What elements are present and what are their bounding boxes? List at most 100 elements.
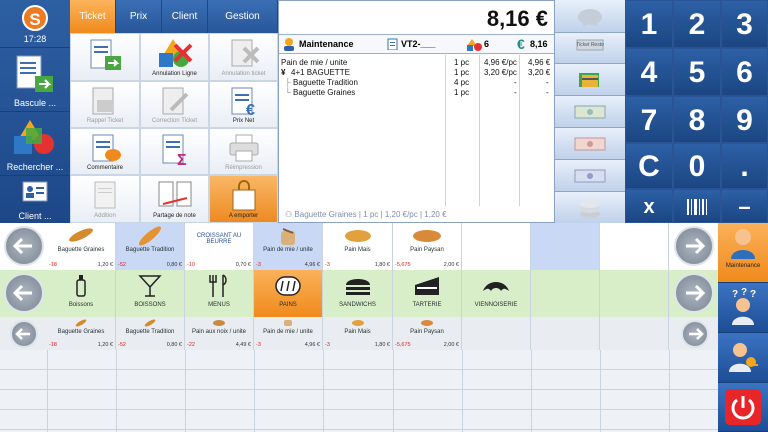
key-clear[interactable]: C: [625, 143, 673, 189]
correct-ticket-button[interactable]: Correction Ticket: [140, 81, 209, 128]
banknote-20-button[interactable]: [555, 160, 625, 192]
product-tile-selected[interactable]: Baguette Tradition -52 0,80 €: [116, 223, 185, 270]
ticket-amount: 8,16: [530, 39, 548, 49]
key-5[interactable]: 5: [673, 48, 721, 96]
key-minus[interactable]: –: [721, 189, 768, 223]
key-3[interactable]: 3: [721, 0, 768, 48]
product-tile[interactable]: Pain Mais -3 1,80 €: [323, 223, 393, 270]
divider: [47, 350, 48, 432]
family-tile[interactable]: BOISSONS: [116, 270, 185, 317]
ticket-subline[interactable]: ├ Baguette Tradition 4 pc - -: [281, 78, 552, 88]
power-off-button[interactable]: [718, 383, 768, 432]
product-tile[interactable]: CROISSANT AU BEURRE -10 0,70 €: [185, 223, 254, 270]
next-products-button[interactable]: [674, 226, 714, 266]
empty-tile: [600, 223, 669, 270]
search-label: Rechercher ...: [6, 162, 64, 172]
transfer-action-button[interactable]: [70, 33, 140, 81]
meal-voucher-button[interactable]: Ticket Resto: [555, 33, 625, 64]
prev-products-button[interactable]: [4, 226, 44, 266]
prev-family-products-button[interactable]: [10, 320, 38, 348]
card-payment-button[interactable]: [555, 64, 625, 96]
sum-button[interactable]: Σ: [140, 128, 209, 175]
product-tile[interactable]: Pain de mie / unite -3 4,96 €: [254, 317, 323, 350]
family-tile[interactable]: VIENNOISERIE: [462, 270, 531, 317]
family-tile-selected[interactable]: PAINS: [254, 270, 323, 317]
product-price: 4,96 €: [304, 342, 320, 348]
key-barcode[interactable]: [673, 189, 721, 223]
covers-count: 6: [484, 39, 490, 49]
bread-loaf-icon: [281, 228, 295, 245]
key-0[interactable]: 0: [673, 143, 721, 189]
tab-price[interactable]: Prix: [116, 0, 162, 33]
product-tile[interactable]: Baguette Tradition -52 0,80 €: [116, 317, 185, 350]
tab-ticket[interactable]: Ticket: [70, 0, 116, 33]
family-tile[interactable]: SANDWICHS: [323, 270, 393, 317]
next-families-button[interactable]: [674, 273, 714, 313]
split-bill-icon: [158, 181, 191, 207]
product-stock: -18: [49, 342, 57, 348]
payment-column: Ticket Resto: [555, 0, 625, 223]
split-bill-button[interactable]: Partage de note: [140, 175, 209, 223]
client-button[interactable]: Client ...: [0, 176, 70, 224]
product-name: Pain Mais: [344, 329, 371, 335]
reprint-button[interactable]: Réimpression: [209, 128, 278, 175]
ticket-subline[interactable]: └ Baguette Graines 1 pc - -: [281, 88, 552, 98]
user-settings-button[interactable]: [718, 333, 768, 383]
ticket-line[interactable]: ¥ 4+1 BAGUETTE 1 pc 3,20 €/pc 3,20 €: [281, 68, 552, 78]
product-tile[interactable]: Baguette Graines -18 1,20 €: [47, 223, 116, 270]
key-multiply[interactable]: x: [625, 189, 673, 223]
product-tile[interactable]: Pain Paysan -5,675 2,00 €: [393, 317, 462, 350]
coins-icon: [580, 200, 600, 218]
takeaway-button[interactable]: A emporter: [209, 175, 278, 223]
key-8[interactable]: 8: [673, 96, 721, 143]
search-button[interactable]: Rechercher ...: [0, 112, 70, 176]
arrow-right-icon: [689, 328, 704, 340]
footer-text: Baguette Graines | 1 pc | 1,20 €/pc | 1,…: [294, 210, 447, 219]
tab-management[interactable]: Gestion: [208, 0, 278, 33]
cocktail-icon: [138, 275, 162, 297]
product-tile[interactable]: Pain Mais -3 1,80 €: [323, 317, 393, 350]
prev-families-button[interactable]: [4, 273, 44, 313]
product-tile-selected[interactable]: Pain de mie / unite -3 4,96 €: [254, 223, 323, 270]
family-tile[interactable]: TARTERIE: [393, 270, 462, 317]
coins-button[interactable]: [555, 192, 625, 223]
arrow-right-icon: [686, 284, 706, 302]
key-6[interactable]: 6: [721, 48, 768, 96]
piggy-bank-button[interactable]: [555, 0, 625, 33]
cancel-ticket-button[interactable]: Annulation ticket: [209, 33, 278, 81]
key-4[interactable]: 4: [625, 48, 673, 96]
key-7[interactable]: 7: [625, 96, 673, 143]
product-tile[interactable]: Pain Paysan -5,675 2,00 €: [393, 223, 462, 270]
key-2[interactable]: 2: [673, 0, 721, 48]
switch-button[interactable]: Bascule ...: [0, 48, 70, 112]
ticket-line[interactable]: Pain de mie / unite 1 pc 4,96 €/pc 4,96 …: [281, 58, 552, 68]
comment-button[interactable]: Commentaire: [70, 128, 140, 175]
empty-rows: [0, 350, 718, 432]
family-tile[interactable]: MENUS: [185, 270, 254, 317]
divider: [600, 350, 601, 432]
next-family-products-button[interactable]: [681, 320, 709, 348]
cancel-line-button[interactable]: Annulation Ligne: [140, 33, 209, 81]
key-9[interactable]: 9: [721, 96, 768, 143]
euro-icon: €: [517, 36, 525, 52]
client-label: Client ...: [18, 211, 52, 221]
tab-client[interactable]: Client: [162, 0, 208, 33]
product-name: Pain Paysan: [410, 329, 444, 335]
product-tile[interactable]: Pain aux noix / unite -22 4,49 €: [185, 317, 254, 350]
recall-ticket-button[interactable]: Rappel Ticket: [70, 81, 140, 128]
banknote-5-button[interactable]: [555, 96, 625, 128]
help-user-button[interactable]: ???: [718, 283, 768, 333]
credit-card-icon: [579, 73, 599, 87]
net-price-button[interactable]: € Prix Net: [209, 81, 278, 128]
client-card-icon: [22, 181, 48, 202]
key-decimal[interactable]: .: [721, 143, 768, 189]
maintenance-user-button[interactable]: Maintenance: [718, 223, 768, 283]
banknote-10-button[interactable]: [555, 128, 625, 160]
key-1[interactable]: 1: [625, 0, 673, 48]
split-bill-label: Partage de note: [153, 213, 196, 219]
bill-button[interactable]: Addition: [70, 175, 140, 223]
product-price: 2,00 €: [443, 262, 459, 268]
product-tile[interactable]: Baguette Graines -18 1,20 €: [47, 317, 116, 350]
family-tile[interactable]: Boissons: [47, 270, 116, 317]
user-icon: [731, 229, 755, 259]
